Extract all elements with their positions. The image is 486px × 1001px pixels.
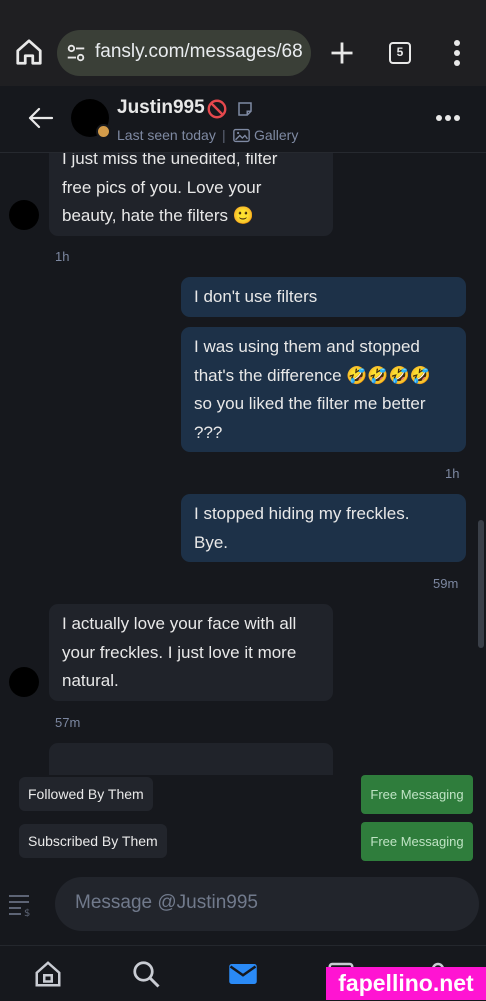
followed-by-them-badge: Followed By Them — [19, 777, 153, 811]
message-bubble-outgoing[interactable]: I stopped hiding my freckles. Bye. — [181, 494, 466, 562]
message-bubble-incoming[interactable]: I just miss the unedited, filter free pi… — [49, 153, 333, 236]
message-timestamp: 1h — [55, 249, 70, 264]
message-input-placeholder: Message @Justin995 — [75, 892, 258, 913]
mail-icon[interactable] — [228, 959, 258, 989]
message-list[interactable]: I just miss the unedited, filter free pi… — [0, 153, 486, 775]
gallery-label: Gallery — [254, 127, 299, 143]
url-text: fansly.com/messages/68 — [95, 41, 303, 62]
note-icon[interactable] — [236, 100, 254, 118]
svg-text:$: $ — [24, 908, 30, 917]
presence-indicator — [96, 124, 111, 139]
home-nav-icon[interactable] — [33, 959, 63, 989]
subscribed-by-them-badge: Subscribed By Them — [19, 824, 167, 858]
menu-list-icon[interactable]: $ — [7, 891, 31, 917]
browser-toolbar: fansly.com/messages/68 5 — [0, 0, 486, 86]
gallery-icon — [233, 128, 250, 142]
last-seen: Last seen today — [117, 127, 216, 143]
message-bubble-incoming[interactable]: I actually love your face with all your … — [49, 604, 333, 701]
tabs-icon[interactable]: 5 — [389, 42, 411, 64]
scrollbar-thumb[interactable] — [478, 520, 484, 648]
separator: | — [222, 127, 226, 143]
address-bar[interactable]: fansly.com/messages/68 — [57, 30, 311, 76]
home-icon[interactable] — [14, 37, 44, 67]
message-timestamp: 1h — [445, 466, 460, 481]
kebab-icon[interactable] — [449, 38, 465, 68]
message-timestamp: 57m — [55, 715, 81, 730]
sender-avatar[interactable] — [9, 200, 39, 230]
message-bubble-incoming[interactable] — [49, 743, 333, 775]
tune-icon[interactable] — [65, 42, 87, 64]
search-icon[interactable] — [131, 959, 161, 989]
free-messaging-button[interactable]: Free Messaging — [361, 822, 473, 861]
plus-icon[interactable] — [328, 39, 356, 67]
blocked-icon — [207, 99, 227, 119]
free-messaging-button[interactable]: Free Messaging — [361, 775, 473, 814]
sender-avatar[interactable] — [9, 667, 39, 697]
message-timestamp: 59m — [433, 576, 459, 591]
more-icon[interactable] — [435, 113, 461, 123]
chat-header: Justin995 Last seen today | Gallery — [0, 86, 486, 153]
message-input[interactable]: Message @Justin995 — [55, 877, 479, 931]
user-name[interactable]: Justin995 — [117, 97, 205, 119]
message-bubble-outgoing[interactable]: I don't use filters — [181, 277, 466, 317]
gallery-link[interactable]: Gallery — [233, 127, 298, 143]
watermark: fapellino.net — [326, 967, 486, 1000]
back-arrow-icon[interactable] — [26, 106, 54, 130]
message-bubble-outgoing[interactable]: I was using them and stopped that's the … — [181, 327, 466, 452]
